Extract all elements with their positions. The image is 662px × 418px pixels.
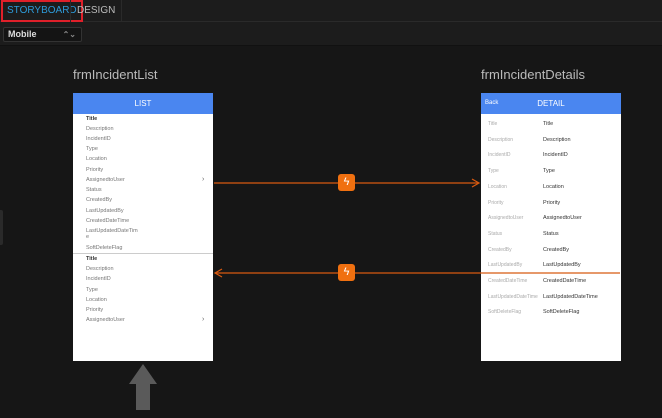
connections — [129, 178, 620, 410]
lightning-icon[interactable]: ϟ — [338, 264, 355, 281]
lightning-icon[interactable]: ϟ — [338, 174, 355, 191]
up-arrow-icon — [129, 364, 157, 410]
